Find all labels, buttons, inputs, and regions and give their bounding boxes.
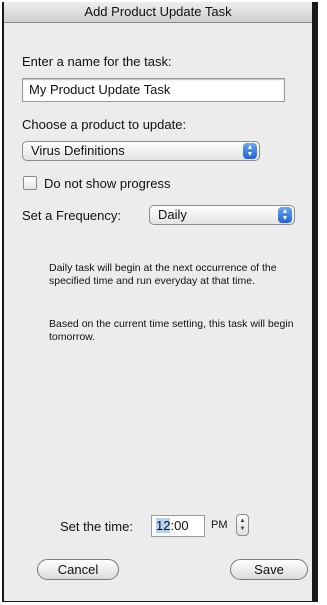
frequency-select[interactable]: Daily ▲ ▼ (149, 205, 295, 225)
select-arrows-icon: ▲ ▼ (243, 143, 257, 159)
select-arrows-icon: ▲ ▼ (278, 207, 292, 223)
dialog-window: Add Product Update Task Enter a name for… (2, 2, 318, 602)
time-label: Set the time: (60, 519, 133, 534)
do-not-show-progress-checkbox[interactable] (23, 176, 37, 190)
window-title: Add Product Update Task (4, 2, 312, 23)
start-info-text: Based on the current time setting, this … (49, 318, 294, 343)
product-label: Choose a product to update: (22, 117, 187, 132)
frequency-label: Set a Frequency: (22, 208, 121, 223)
time-input[interactable]: 12:00 (151, 515, 205, 537)
product-select-value: Virus Definitions (31, 143, 125, 158)
frequency-select-value: Daily (158, 207, 187, 222)
schedule-info-text: Daily task will begin at the next occurr… (49, 262, 277, 287)
task-name-label: Enter a name for the task: (22, 54, 172, 69)
product-select[interactable]: Virus Definitions ▲ ▼ (22, 141, 260, 161)
hour-segment[interactable]: 12 (156, 518, 171, 533)
ampm-indicator[interactable]: PM (211, 519, 228, 531)
task-name-input[interactable]: My Product Update Task (22, 78, 285, 102)
minute-segment[interactable]: 00 (174, 518, 188, 533)
save-button[interactable]: Save (230, 559, 308, 580)
time-stepper[interactable]: ▲ ▼ (236, 514, 249, 536)
cancel-button[interactable]: Cancel (37, 559, 119, 580)
do-not-show-progress-label: Do not show progress (44, 176, 171, 191)
